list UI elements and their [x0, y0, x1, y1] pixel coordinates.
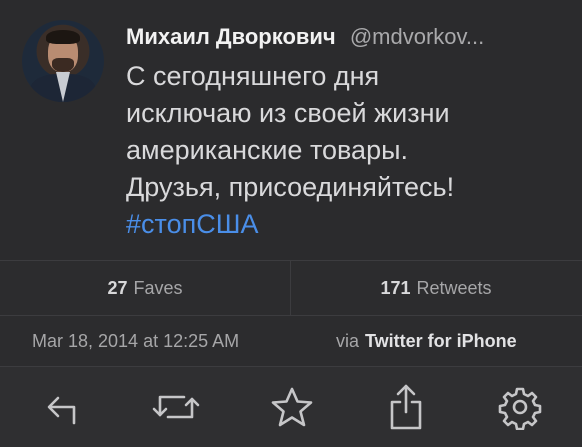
share-icon[interactable]: [376, 379, 436, 435]
retweet-icon[interactable]: [146, 379, 206, 435]
retweets-stat[interactable]: 171 Retweets: [291, 261, 581, 315]
faves-label: Faves: [133, 277, 183, 298]
action-toolbar: [0, 366, 582, 447]
tweet-text-line: американские товары.: [126, 135, 408, 165]
settings-icon[interactable]: [490, 379, 550, 435]
avatar[interactable]: [22, 20, 104, 102]
author-handle[interactable]: @mdvorkov...: [350, 24, 484, 49]
tweet-text-line: С сегодняшнего дня: [126, 61, 380, 91]
faves-stat[interactable]: 27 Faves: [0, 261, 290, 315]
tweet-text-line: Друзья, присоединяйтесь!: [126, 172, 455, 202]
timestamp-text: Mar 18, 2014 at 12:25 AM: [32, 330, 240, 351]
tweet-card: Михаил Дворкович @mdvorkov... С сегодняш…: [0, 0, 582, 260]
favorite-icon[interactable]: [262, 379, 322, 435]
author-line[interactable]: Михаил Дворкович @mdvorkov...: [126, 24, 566, 54]
tweet-text: С сегодняшнего дня исключаю из своей жиз…: [126, 58, 566, 243]
tweet-timestamp: Mar 18, 2014 at 12:25 AM: [32, 316, 239, 366]
hashtag-link[interactable]: #стопСША: [126, 206, 566, 243]
tweet-text-line: исключаю из своей жизни: [126, 98, 450, 128]
reply-icon[interactable]: [32, 379, 92, 435]
faves-count: 27: [107, 277, 128, 298]
author-name[interactable]: Михаил Дворкович: [126, 24, 336, 49]
retweets-label: Retweets: [416, 277, 492, 298]
retweets-count: 171: [380, 277, 411, 298]
client-link[interactable]: Twitter for iPhone: [365, 331, 517, 352]
via-label: via: [336, 330, 360, 351]
tweet-source: via Twitter for iPhone: [336, 316, 517, 366]
